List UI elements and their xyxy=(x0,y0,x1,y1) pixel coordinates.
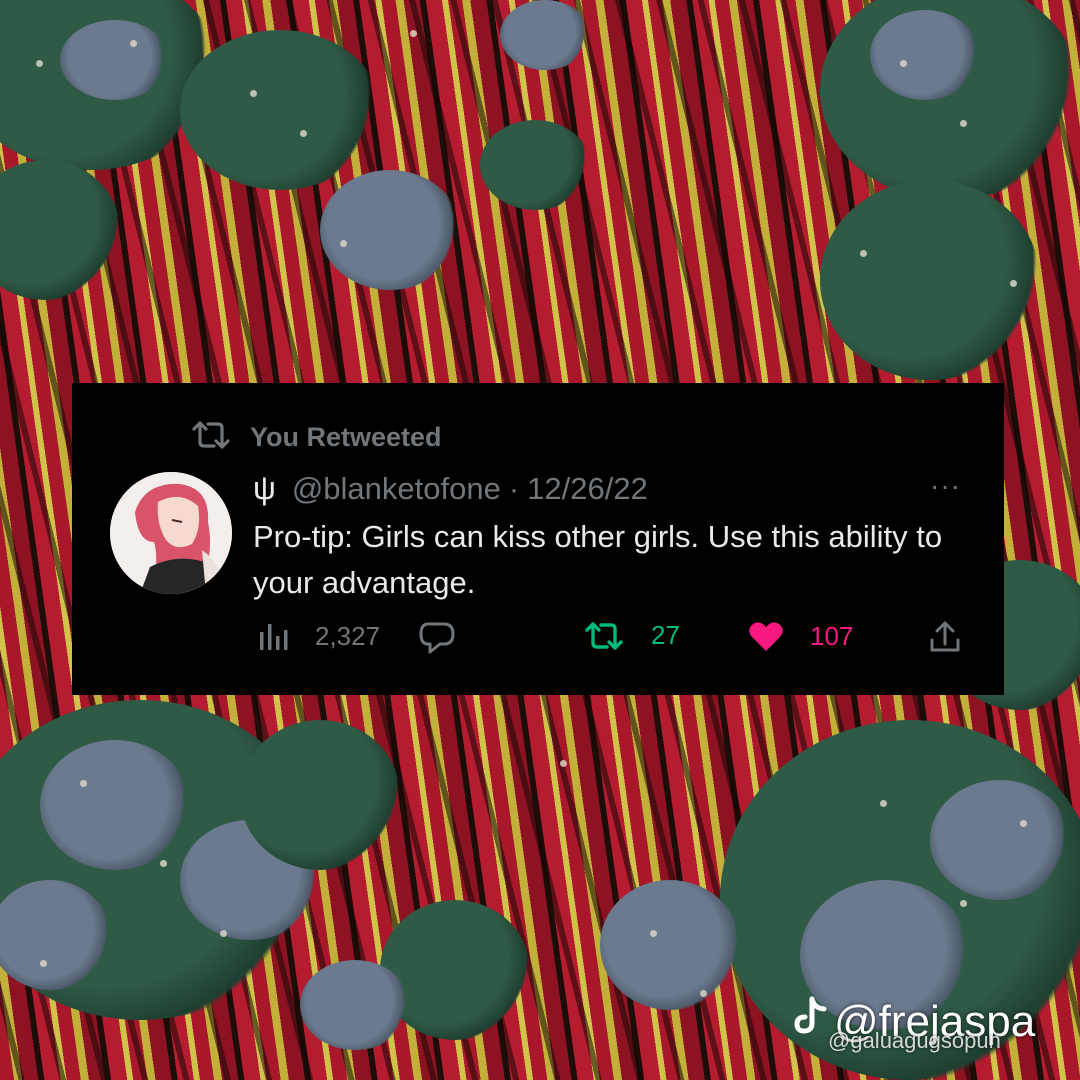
share-icon xyxy=(928,620,962,654)
like-button[interactable]: 107 xyxy=(748,620,853,652)
views-button[interactable]: 2,327 xyxy=(257,620,380,652)
tweet-date[interactable]: 12/26/22 xyxy=(527,471,648,507)
reply-button[interactable] xyxy=(418,620,456,656)
more-icon[interactable]: ··· xyxy=(930,470,961,502)
tiktok-icon xyxy=(792,996,828,1047)
tweet-header: ψ @blanketofone · 12/26/22 xyxy=(253,470,648,507)
author-handle[interactable]: @blanketofone xyxy=(292,471,501,507)
retweet-count: 27 xyxy=(651,620,680,650)
reply-icon xyxy=(418,620,456,656)
retweet-icon xyxy=(190,420,232,455)
tweet-text: Pro-tip: Girls can kiss other girls. Use… xyxy=(253,519,943,600)
share-button[interactable] xyxy=(928,620,962,654)
retweet-button[interactable]: 27 xyxy=(583,620,680,651)
retweet-label: You Retweeted xyxy=(250,422,442,452)
like-icon xyxy=(748,620,784,652)
tiktok-watermark: @frejaspa @galuagugsopun xyxy=(792,996,1035,1053)
retweet-banner: You Retweeted xyxy=(190,420,442,455)
header-separator: · xyxy=(508,470,520,506)
views-count: 2,327 xyxy=(315,620,381,651)
like-count: 107 xyxy=(810,620,854,651)
author-symbol[interactable]: ψ xyxy=(253,470,276,507)
avatar[interactable] xyxy=(110,472,232,594)
tweet-actions: 2,327 27 107 xyxy=(0,620,1080,670)
watermark-sub: @galuagugsopun xyxy=(828,1028,1001,1053)
views-icon xyxy=(257,620,289,652)
retweet-icon xyxy=(583,621,625,651)
